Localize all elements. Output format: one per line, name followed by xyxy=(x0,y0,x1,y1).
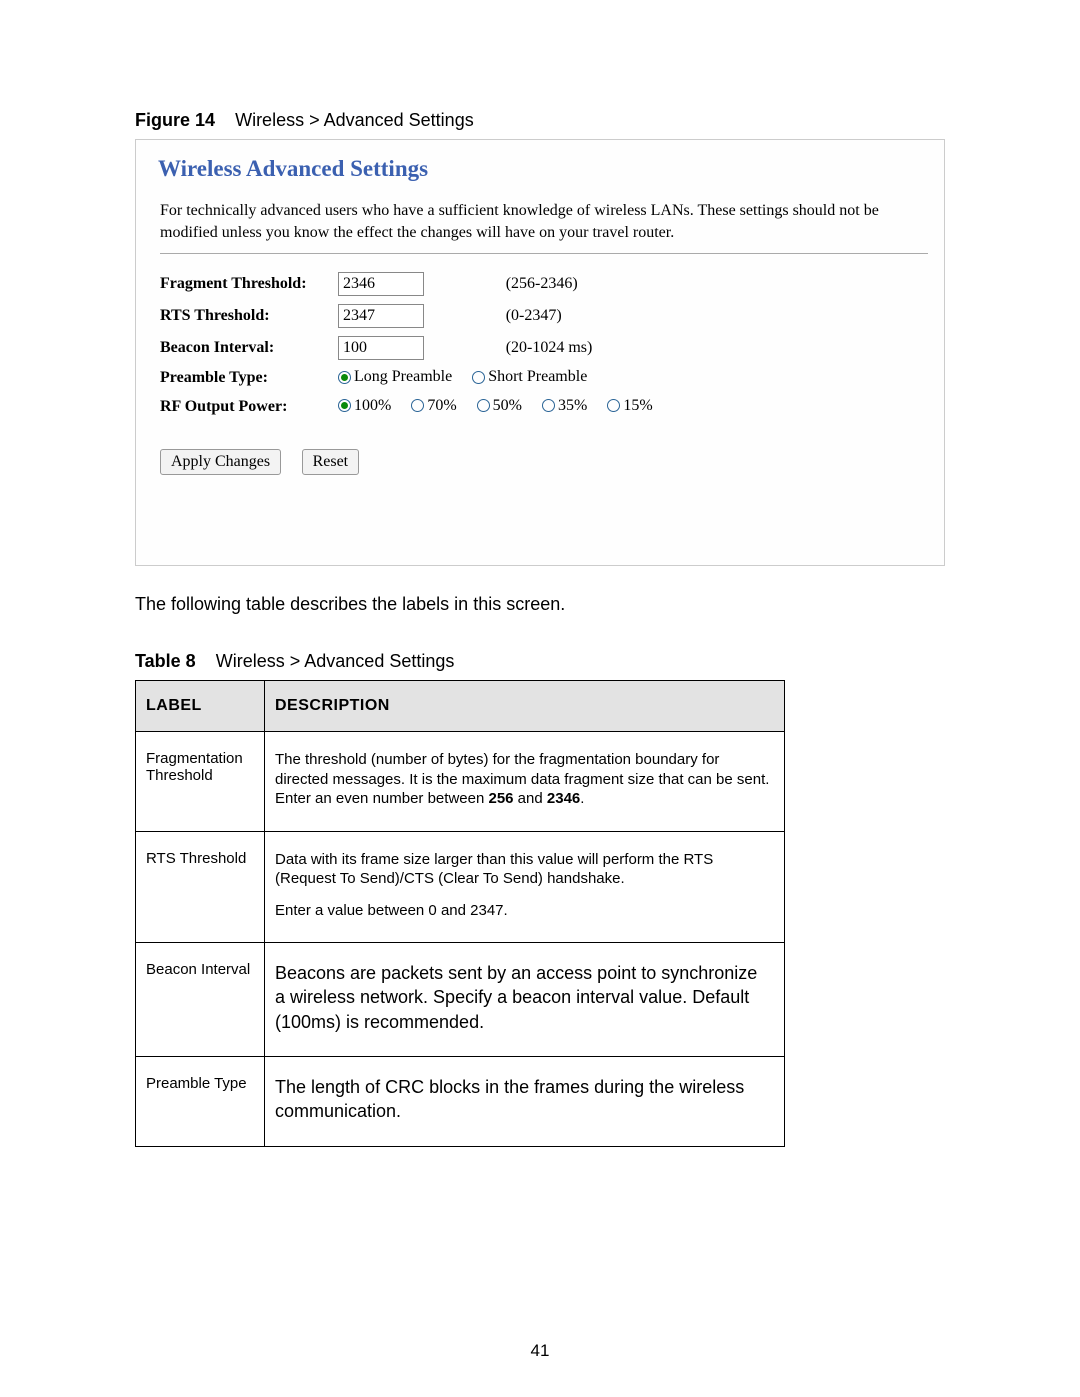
fragment-threshold-range: (256-2346) xyxy=(506,268,675,300)
row-label: Beacon Interval xyxy=(136,943,265,1057)
preamble-type-row: Preamble Type: Long Preamble Short Pream… xyxy=(160,364,675,393)
rf-70-radio[interactable]: 70% xyxy=(411,397,456,415)
row-label: Preamble Type xyxy=(136,1057,265,1147)
radio-icon xyxy=(338,399,351,412)
row-label: Fragmentation Threshold xyxy=(136,732,265,832)
panel-description: For technically advanced users who have … xyxy=(160,200,928,243)
table-row: Preamble Type The length of CRC blocks i… xyxy=(136,1057,785,1147)
rf-15-radio[interactable]: 15% xyxy=(607,397,652,415)
short-preamble-radio[interactable]: Short Preamble xyxy=(472,368,587,386)
document-page: Figure 14 Wireless > Advanced Settings W… xyxy=(0,0,1080,1397)
beacon-interval-label: Beacon Interval: xyxy=(160,332,338,364)
figure-label: Figure 14 xyxy=(135,110,215,130)
radio-icon xyxy=(607,399,620,412)
beacon-interval-input[interactable] xyxy=(338,336,424,360)
row-description: Data with its frame size larger than thi… xyxy=(265,831,785,943)
rf-100-radio[interactable]: 100% xyxy=(338,397,391,415)
long-preamble-radio[interactable]: Long Preamble xyxy=(338,368,452,386)
radio-icon xyxy=(542,399,555,412)
fragment-threshold-label: Fragment Threshold: xyxy=(160,268,338,300)
radio-icon xyxy=(338,371,351,384)
rf-output-power-label: RF Output Power: xyxy=(160,393,338,422)
table-row: Beacon Interval Beacons are packets sent… xyxy=(136,943,785,1057)
apply-changes-button[interactable]: Apply Changes xyxy=(160,449,281,475)
fragment-threshold-row: Fragment Threshold: (256-2346) xyxy=(160,268,675,300)
rts-threshold-range: (0-2347) xyxy=(506,300,675,332)
table-label: Table 8 xyxy=(135,651,196,671)
rts-threshold-label: RTS Threshold: xyxy=(160,300,338,332)
rf-50-radio[interactable]: 50% xyxy=(477,397,522,415)
table-row: Fragmentation Threshold The threshold (n… xyxy=(136,732,785,832)
rf-15-label: 15% xyxy=(623,397,652,415)
figure-caption: Figure 14 Wireless > Advanced Settings xyxy=(135,110,945,131)
table-header-row: LABEL DESCRIPTION xyxy=(136,681,785,732)
panel-title: Wireless Advanced Settings xyxy=(158,156,932,182)
table-caption: Table 8 Wireless > Advanced Settings xyxy=(135,651,945,672)
figure-title: Wireless > Advanced Settings xyxy=(235,110,474,130)
reset-button[interactable]: Reset xyxy=(302,449,360,475)
fragment-threshold-input[interactable] xyxy=(338,272,424,296)
row-label: RTS Threshold xyxy=(136,831,265,943)
button-row: Apply Changes Reset xyxy=(160,449,932,475)
beacon-interval-range: (20-1024 ms) xyxy=(506,332,675,364)
divider xyxy=(160,253,928,254)
short-preamble-label: Short Preamble xyxy=(488,368,587,386)
radio-icon xyxy=(472,371,485,384)
rts-threshold-input[interactable] xyxy=(338,304,424,328)
table-title: Wireless > Advanced Settings xyxy=(216,651,455,671)
table-row: RTS Threshold Data with its frame size l… xyxy=(136,831,785,943)
row-description: The threshold (number of bytes) for the … xyxy=(265,732,785,832)
rf-70-label: 70% xyxy=(427,397,456,415)
description-table: LABEL DESCRIPTION Fragmentation Threshol… xyxy=(135,680,785,1146)
rf-50-label: 50% xyxy=(493,397,522,415)
settings-panel: Wireless Advanced Settings For technical… xyxy=(135,139,945,566)
rts-threshold-row: RTS Threshold: (0-2347) xyxy=(160,300,675,332)
header-label: LABEL xyxy=(136,681,265,732)
rf-35-label: 35% xyxy=(558,397,587,415)
rf-output-power-row: RF Output Power: 100% 70% 50% xyxy=(160,393,675,422)
radio-icon xyxy=(411,399,424,412)
intro-text: The following table describes the labels… xyxy=(135,594,945,615)
row-description: Beacons are packets sent by an access po… xyxy=(265,943,785,1057)
radio-icon xyxy=(477,399,490,412)
beacon-interval-row: Beacon Interval: (20-1024 ms) xyxy=(160,332,675,364)
row-description: The length of CRC blocks in the frames d… xyxy=(265,1057,785,1147)
settings-form: Fragment Threshold: (256-2346) RTS Thres… xyxy=(160,268,675,421)
rf-35-radio[interactable]: 35% xyxy=(542,397,587,415)
long-preamble-label: Long Preamble xyxy=(354,368,452,386)
page-number: 41 xyxy=(0,1341,1080,1361)
preamble-type-label: Preamble Type: xyxy=(160,364,338,393)
header-description: DESCRIPTION xyxy=(265,681,785,732)
rf-100-label: 100% xyxy=(354,397,391,415)
